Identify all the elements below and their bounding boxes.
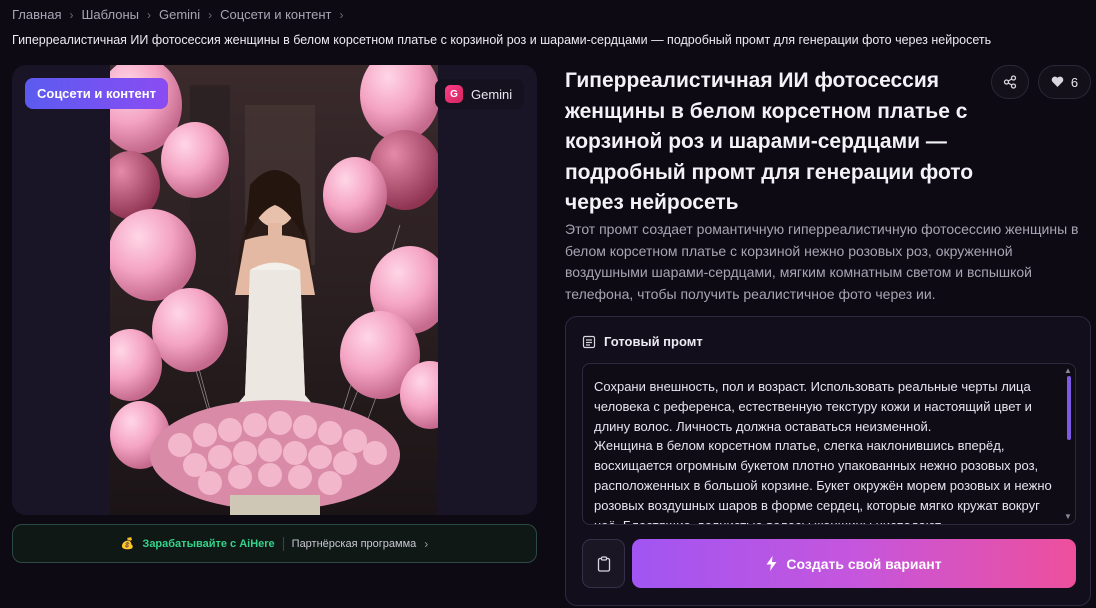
heart-icon [1051, 76, 1064, 87]
clipboard-icon [597, 555, 610, 572]
prompt-heading-label: Готовый промт [604, 334, 703, 349]
preview-image[interactable] [110, 65, 438, 515]
create-variant-label: Создать свой вариант [786, 555, 942, 572]
create-variant-button[interactable]: Создать свой вариант [632, 539, 1076, 588]
chevron-right-icon: › [69, 7, 74, 22]
share-button[interactable] [991, 65, 1029, 99]
model-badge[interactable]: G Gemini [435, 79, 525, 109]
prompt-text: Сохрани внешность, пол и возраст. Исполь… [594, 379, 1052, 524]
like-button[interactable]: 6 [1038, 65, 1091, 99]
chevron-right-icon: › [208, 7, 213, 22]
partner-program-link[interactable]: 💰 Зарабатывайте с AiHere Партнёрская про… [12, 524, 537, 563]
lightning-icon [766, 556, 777, 571]
document-icon [582, 335, 596, 348]
breadcrumb-category[interactable]: Соцсети и контент [220, 7, 331, 22]
copy-button[interactable] [582, 539, 625, 588]
divider [282, 536, 284, 551]
prompt-textarea[interactable]: Сохрани внешность, пол и возраст. Исполь… [582, 363, 1076, 525]
money-bag-icon: 💰 [120, 538, 135, 550]
gemini-logo-icon: G [445, 85, 463, 103]
category-badge[interactable]: Соцсети и контент [25, 78, 168, 109]
scroll-down-icon[interactable]: ▼ [1064, 513, 1072, 521]
chevron-right-icon: › [424, 536, 429, 551]
chevron-right-icon: › [339, 7, 344, 22]
breadcrumb: Главная › Шаблоны › Gemini › Соцсети и к… [12, 7, 344, 22]
model-badge-label: Gemini [471, 86, 513, 102]
scrollbar-thumb[interactable] [1067, 376, 1071, 440]
breadcrumb-templates[interactable]: Шаблоны [81, 7, 139, 22]
breadcrumb-home[interactable]: Главная [12, 7, 61, 22]
preview-card: Соцсети и контент G Gemini [12, 65, 537, 515]
earn-label: Зарабатывайте с AiHere [142, 537, 275, 550]
like-count: 6 [1070, 74, 1079, 90]
prompt-heading: Готовый промт [582, 334, 703, 349]
breadcrumb-gemini[interactable]: Gemini [159, 7, 200, 22]
description: Этот промт создает романтичную гиперреал… [565, 221, 1079, 302]
page-title: Гиперреалистичная ИИ фотосессия женщины … [565, 69, 974, 214]
page-subtitle: Гиперреалистичная ИИ фотосессия женщины … [12, 33, 992, 47]
share-icon [1003, 75, 1017, 89]
scroll-up-icon[interactable]: ▲ [1064, 367, 1072, 375]
prompt-panel: Готовый промт Сохрани внешность, пол и в… [565, 316, 1091, 606]
chevron-right-icon: › [146, 7, 151, 22]
program-label: Партнёрская программа [291, 537, 417, 550]
